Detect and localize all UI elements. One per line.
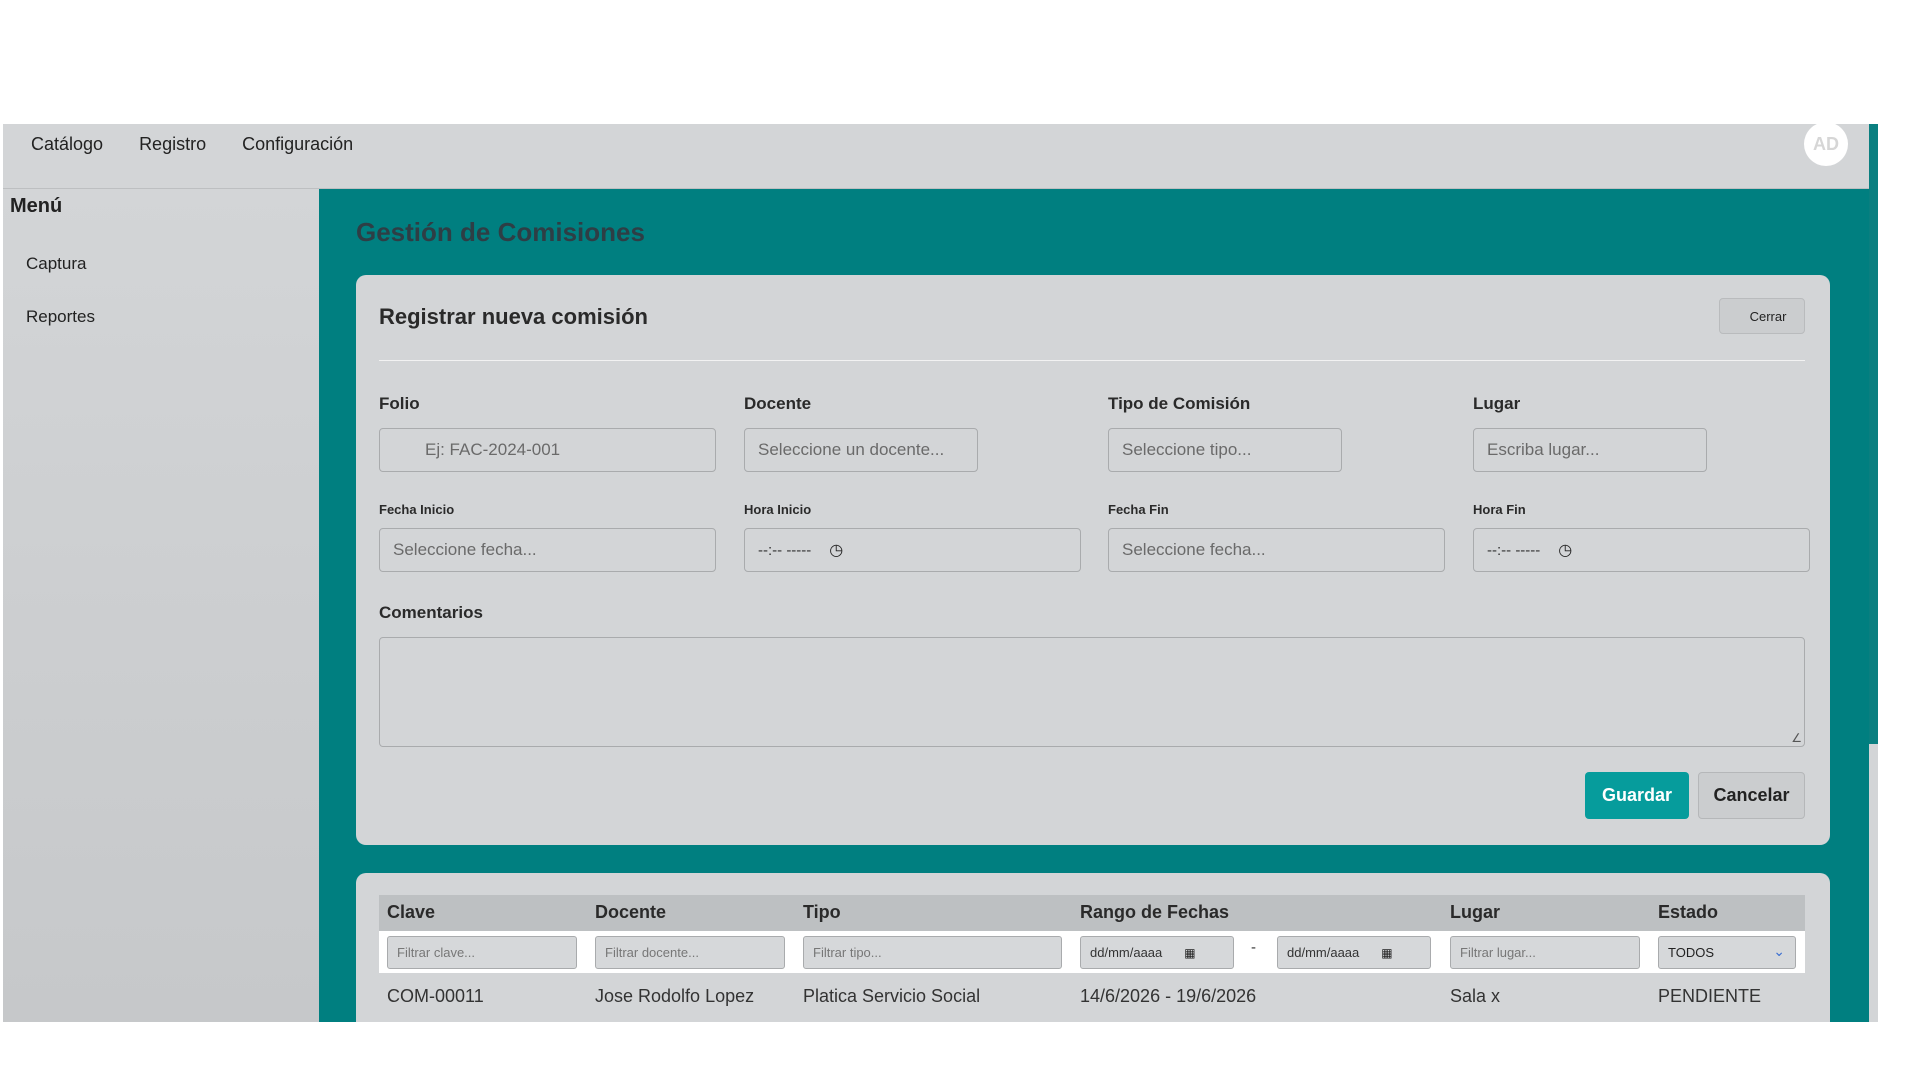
- page-title: Gestión de Comisiones: [356, 217, 645, 247]
- header-rango-fechas[interactable]: Rango de Fechas: [1080, 902, 1229, 923]
- cell-lugar: Sala x: [1450, 986, 1501, 1006]
- form-title: Registrar nueva comisión: [379, 304, 648, 329]
- divider: [379, 360, 1805, 361]
- calendar-icon[interactable]: ▦: [1381, 946, 1392, 960]
- user-avatar[interactable]: AD: [1804, 124, 1848, 166]
- nav-configuracion[interactable]: Configuración: [242, 134, 353, 155]
- cell-tipo: Platica Servicio Social: [803, 986, 981, 1006]
- app-window: Catálogo Registro Configuración AD Menú …: [3, 124, 1878, 1022]
- filter-docente-input[interactable]: Filtrar docente...: [595, 936, 785, 969]
- comentarios-textarea[interactable]: ∠: [379, 637, 1805, 747]
- fecha-fin-label: Fecha Fin: [1108, 502, 1169, 517]
- close-button[interactable]: Cerrar: [1719, 298, 1805, 334]
- comisiones-table: Clave Docente Tipo Rango de Fechas Lugar…: [356, 873, 1830, 1022]
- top-nav: Catálogo Registro Configuración: [31, 134, 353, 155]
- table-header: Clave Docente Tipo Rango de Fechas Lugar…: [379, 895, 1805, 931]
- tipo-label: Tipo de Comisión: [1108, 394, 1251, 413]
- docente-select[interactable]: Seleccione un docente...: [744, 428, 978, 472]
- filter-fecha-desde-input[interactable]: dd/mm/aaaa ▦: [1080, 936, 1234, 969]
- filter-fecha-desde-value: dd/mm/aaaa: [1090, 945, 1163, 960]
- filter-estado-select[interactable]: TODOS ⌄: [1658, 936, 1796, 969]
- vertical-scrollbar[interactable]: [1869, 124, 1878, 744]
- hora-inicio-input[interactable]: --:-- ----- ◷: [744, 528, 1081, 572]
- resize-handle-icon[interactable]: ∠: [1791, 731, 1802, 745]
- form-card: Registrar nueva comisión Cerrar Folio Ej…: [356, 275, 1830, 845]
- cell-estado: PENDIENTE: [1658, 986, 1762, 1006]
- save-button[interactable]: Guardar: [1585, 772, 1689, 819]
- clock-icon: ◷: [829, 542, 844, 559]
- hora-fin-value: --:-- -----: [1487, 541, 1541, 559]
- filter-clave-input[interactable]: Filtrar clave...: [387, 936, 577, 969]
- date-range-separator: -: [1251, 939, 1256, 956]
- chevron-down-icon: ⌄: [1773, 943, 1785, 959]
- header-docente[interactable]: Docente: [595, 902, 666, 923]
- sidebar-item-reportes[interactable]: Reportes: [26, 307, 95, 327]
- sidebar: Menú Captura Reportes: [3, 189, 319, 1022]
- nav-catalogo[interactable]: Catálogo: [31, 134, 103, 155]
- hora-inicio-value: --:-- -----: [758, 541, 812, 559]
- tipo-select[interactable]: Seleccione tipo...: [1108, 428, 1342, 472]
- cell-rango-fechas: 14/6/2026 - 19/6/2026: [1080, 986, 1257, 1006]
- clock-icon: ◷: [1558, 542, 1573, 559]
- header-estado[interactable]: Estado: [1658, 902, 1718, 923]
- filter-tipo-input[interactable]: Filtrar tipo...: [803, 936, 1062, 969]
- top-bar: Catálogo Registro Configuración AD: [3, 124, 1869, 189]
- filter-fecha-hasta-value: dd/mm/aaaa: [1287, 945, 1360, 960]
- fecha-fin-input[interactable]: Seleccione fecha...: [1108, 528, 1445, 572]
- comentarios-label: Comentarios: [379, 603, 483, 622]
- filter-lugar-input[interactable]: Filtrar lugar...: [1450, 936, 1640, 969]
- fecha-inicio-input[interactable]: Seleccione fecha...: [379, 528, 716, 572]
- sidebar-item-captura[interactable]: Captura: [26, 254, 86, 274]
- header-clave[interactable]: Clave: [387, 902, 435, 923]
- hora-inicio-label: Hora Inicio: [744, 502, 812, 517]
- sidebar-title: Menú: [10, 195, 63, 217]
- lugar-label: Lugar: [1473, 394, 1521, 413]
- cell-clave: COM-00011: [387, 986, 484, 1006]
- hora-fin-label: Hora Fin: [1473, 502, 1526, 517]
- header-tipo[interactable]: Tipo: [803, 902, 841, 923]
- folio-label: Folio: [379, 394, 420, 413]
- folio-input[interactable]: Ej: FAC-2024-001: [379, 428, 716, 472]
- lugar-input[interactable]: Escriba lugar...: [1473, 428, 1707, 472]
- cell-docente: Jose Rodolfo Lopez: [595, 986, 755, 1006]
- header-lugar[interactable]: Lugar: [1450, 902, 1500, 923]
- main-content: Gestión de Comisiones Registrar nueva co…: [319, 189, 1869, 1022]
- fecha-inicio-label: Fecha Inicio: [379, 502, 455, 517]
- hora-fin-input[interactable]: --:-- ----- ◷: [1473, 528, 1810, 572]
- filter-estado-value: TODOS: [1668, 945, 1714, 960]
- filter-fecha-hasta-input[interactable]: dd/mm/aaaa ▦: [1277, 936, 1431, 969]
- cancel-button[interactable]: Cancelar: [1698, 772, 1805, 819]
- docente-label: Docente: [744, 394, 812, 413]
- calendar-icon[interactable]: ▦: [1184, 946, 1195, 960]
- filter-row: Filtrar clave... Filtrar docente... Filt…: [379, 931, 1805, 973]
- nav-registro[interactable]: Registro: [139, 134, 206, 155]
